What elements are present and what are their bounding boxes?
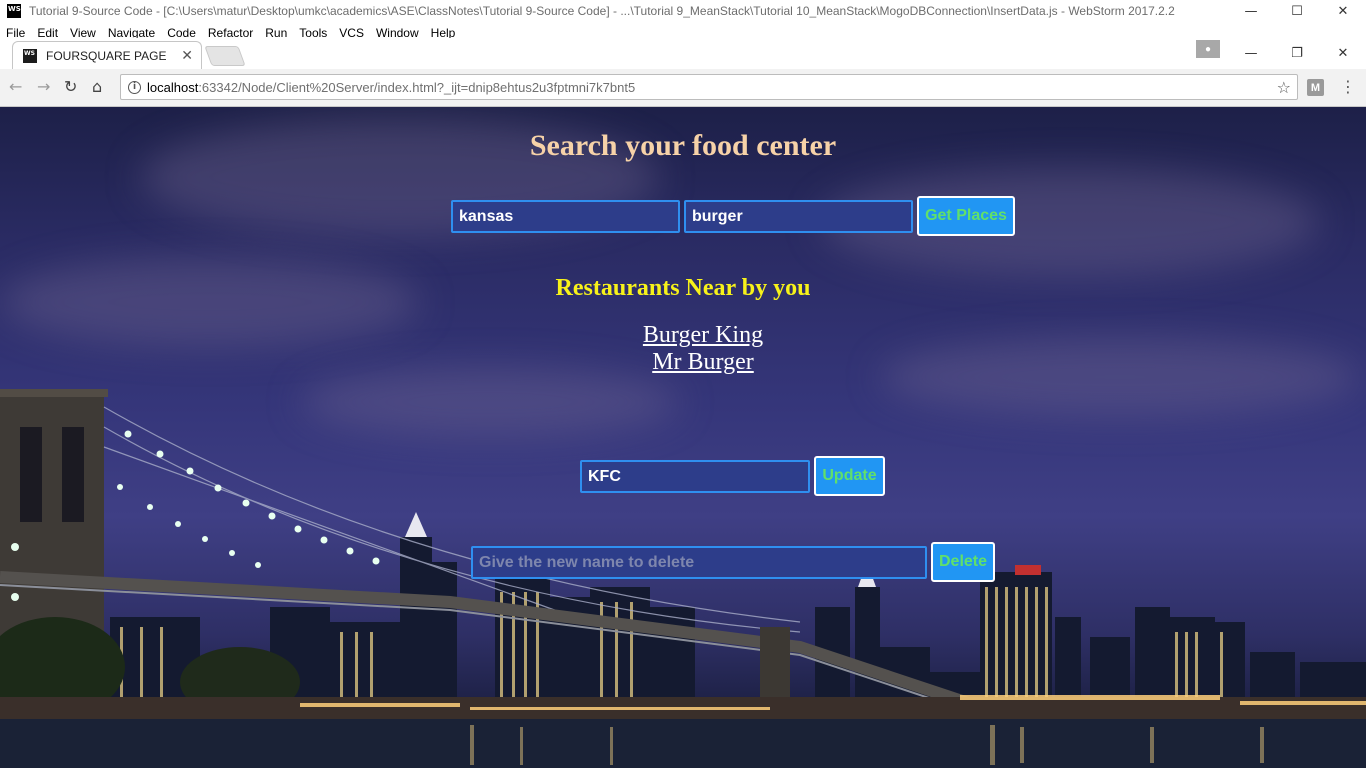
address-bar[interactable]: i localhost:63342/Node/Client%20Server/i… <box>120 74 1298 100</box>
page-viewport: Search your food center Get Places Resta… <box>0 107 1366 768</box>
star-icon[interactable]: ☆ <box>1277 78 1291 97</box>
info-icon[interactable]: i <box>128 80 141 94</box>
back-arrow-icon[interactable]: ← <box>9 77 22 96</box>
close-icon[interactable]: ✕ <box>1320 38 1366 68</box>
ide-title-bar: WS Tutorial 9-Source Code - [C:\Users\ma… <box>0 0 1366 22</box>
browser-window-controls: — ❐ ✕ <box>1228 38 1366 68</box>
home-icon[interactable]: ⌂ <box>92 77 102 96</box>
results-heading: Restaurants Near by you <box>555 275 811 301</box>
ide-window-title: Tutorial 9-Source Code - [C:\Users\matur… <box>29 4 1175 18</box>
city-skyline-background <box>0 389 1366 768</box>
browser-tab-strip: WS FOURSQUARE PAGE ✕ ● — ❐ ✕ <box>0 38 1366 69</box>
city-input[interactable] <box>451 200 680 233</box>
update-button[interactable]: Update <box>814 456 885 496</box>
browser-toolbar: ← → ↻ ⌂ i localhost:63342/Node/Client%20… <box>0 69 1366 107</box>
url-host: localhost <box>147 79 199 95</box>
menu-dots-icon[interactable]: ⋮ <box>1340 77 1356 96</box>
reload-icon[interactable]: ↻ <box>64 77 77 96</box>
result-link-mr-burger[interactable]: Mr Burger <box>0 349 1366 376</box>
result-link-burger-king[interactable]: Burger King <box>0 322 1366 349</box>
forward-arrow-icon[interactable]: → <box>37 77 50 96</box>
food-type-input[interactable] <box>684 200 913 233</box>
results-list: Burger King Mr Burger <box>0 322 1366 376</box>
ide-maximize-icon[interactable]: ☐ <box>1274 0 1320 22</box>
update-name-input[interactable] <box>580 460 810 493</box>
get-places-button[interactable]: Get Places <box>917 196 1015 236</box>
ide-minimize-icon[interactable]: — <box>1228 0 1274 22</box>
delete-name-input[interactable] <box>471 546 927 579</box>
profile-icon[interactable]: ● <box>1196 40 1220 58</box>
url-path: :63342/Node/Client%20Server/index.html?_… <box>198 79 636 95</box>
ide-close-icon[interactable]: ✕ <box>1320 0 1366 22</box>
maximize-icon[interactable]: ❐ <box>1274 38 1320 68</box>
tab-favicon-icon: WS <box>23 48 37 63</box>
extension-icon[interactable]: M <box>1307 79 1324 96</box>
browser-tab-foursquare[interactable]: WS FOURSQUARE PAGE ✕ <box>12 41 202 69</box>
page-title: Search your food center <box>529 129 837 162</box>
tab-close-icon[interactable]: ✕ <box>181 48 193 64</box>
ide-window-controls: — ☐ ✕ <box>1228 0 1366 22</box>
webstorm-logo-icon: WS <box>7 4 21 18</box>
delete-button[interactable]: Delete <box>931 542 995 582</box>
minimize-icon[interactable]: — <box>1228 38 1274 68</box>
tab-title: FOURSQUARE PAGE <box>46 48 167 63</box>
new-tab-button[interactable] <box>204 46 246 66</box>
